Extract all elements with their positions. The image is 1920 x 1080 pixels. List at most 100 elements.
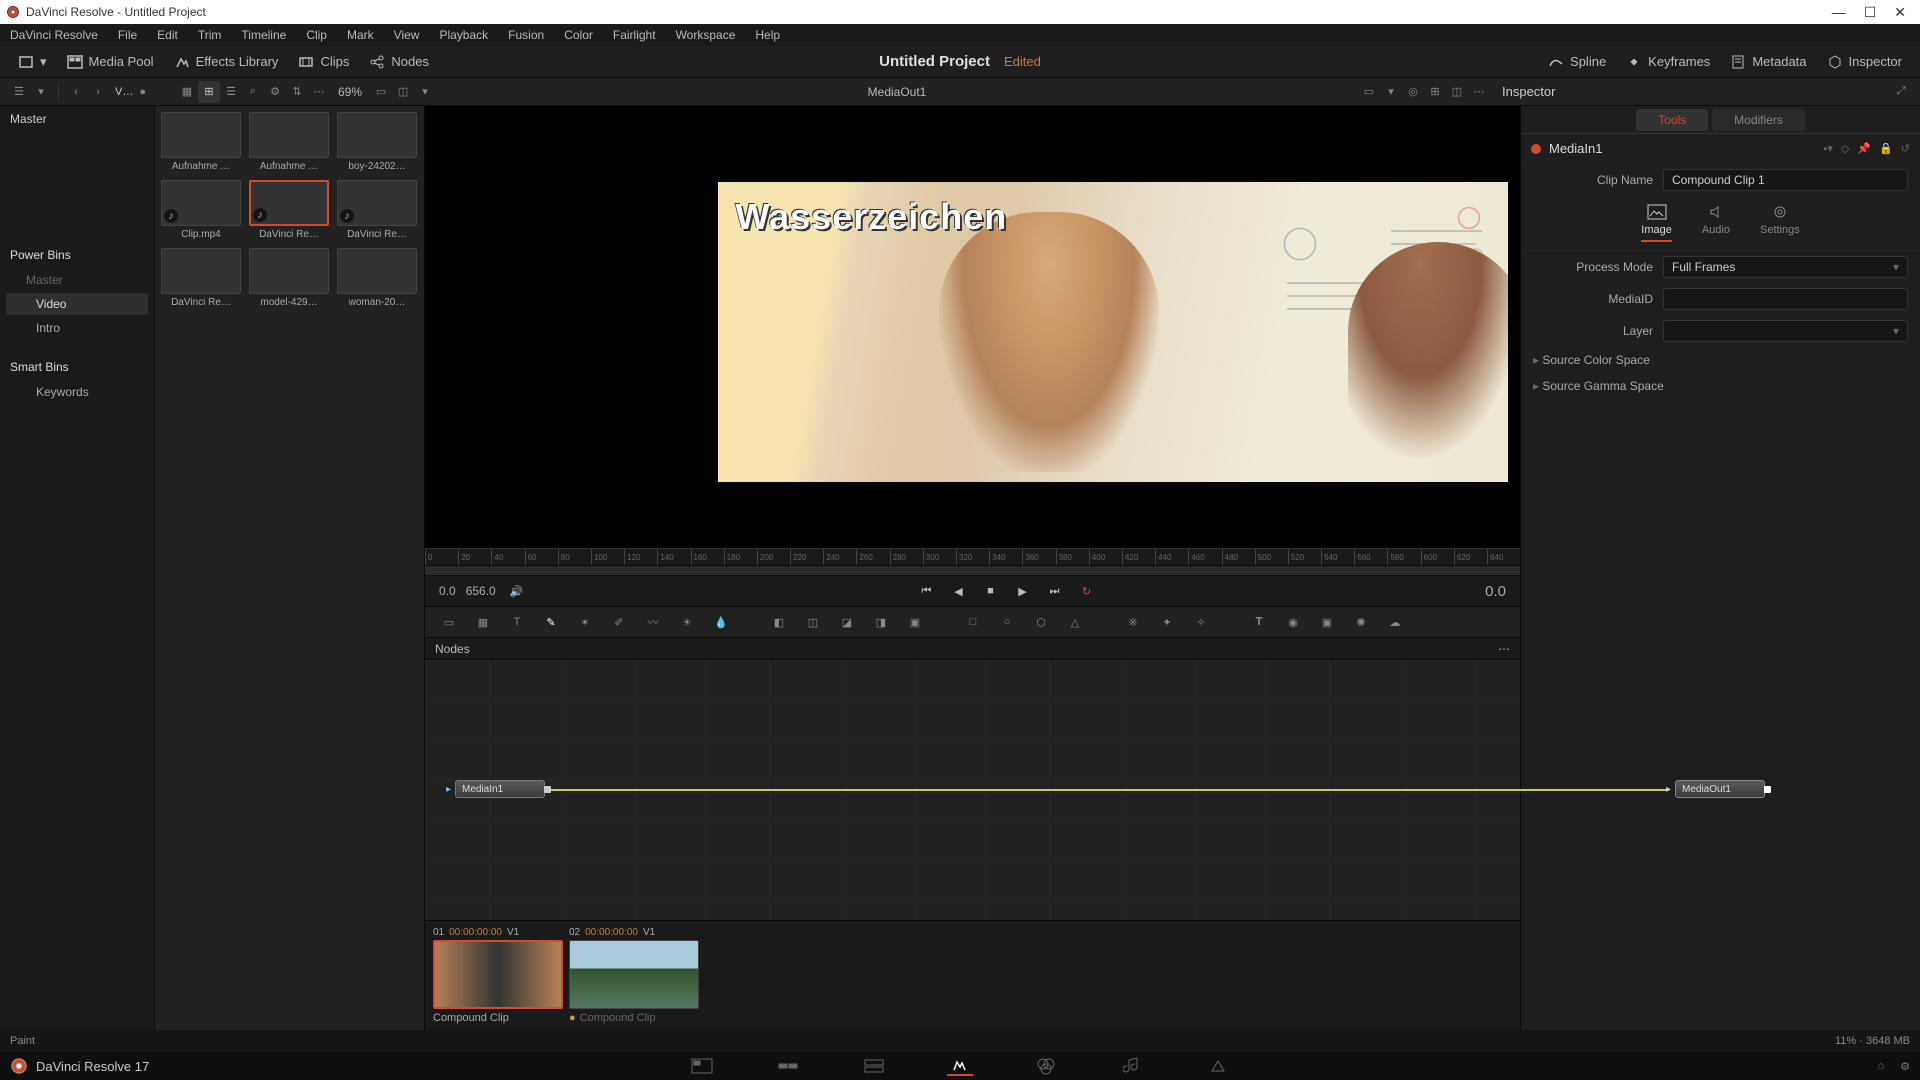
clips-strip-item[interactable]: 0200:00:00:00V1 ●Compound Clip — [569, 927, 699, 1024]
view-thumb-grid[interactable]: ⊞ — [198, 81, 220, 103]
viewer-layout-2[interactable]: ◫ — [392, 81, 414, 103]
filter-icon[interactable]: ⚙ — [264, 81, 286, 103]
tool-light-icon[interactable]: ✺ — [1351, 612, 1371, 632]
inspector-tab-audio[interactable]: Audio — [1702, 204, 1730, 242]
pin-icon[interactable]: 📌 — [1857, 142, 1871, 155]
tool-ellipse-icon[interactable]: ○ — [997, 612, 1017, 632]
tool-blur-icon[interactable]: 💧 — [711, 612, 731, 632]
viewer-layout-1[interactable]: ▭ — [370, 81, 392, 103]
maximize-button[interactable]: ☐ — [1864, 4, 1877, 21]
play-icon[interactable]: ▶ — [1011, 580, 1033, 602]
tool-resize-icon[interactable]: ▣ — [905, 612, 925, 632]
step-back-icon[interactable]: ◀ — [947, 580, 969, 602]
mediaid-field[interactable] — [1663, 288, 1908, 310]
node-mediaout1[interactable]: MediaOut1 — [1675, 780, 1765, 798]
tool-background-icon[interactable]: ▭ — [439, 612, 459, 632]
more-icon[interactable]: ⋯ — [308, 81, 330, 103]
viewer-layout-dropdown[interactable]: ▾ — [414, 81, 436, 103]
go-first-icon[interactable]: ⏮ — [915, 580, 937, 602]
minimize-button[interactable]: — — [1832, 4, 1846, 21]
menu-help[interactable]: Help — [745, 28, 790, 42]
master-bin[interactable]: Master — [0, 106, 154, 132]
search-icon[interactable]: ⌕ — [242, 81, 264, 103]
audio-toggle-icon[interactable]: 🔊 — [506, 580, 528, 602]
bin-dropdown[interactable]: ▾ — [30, 81, 52, 103]
menu-file[interactable]: File — [108, 28, 147, 42]
source-color-space[interactable]: Source Color Space — [1521, 347, 1920, 373]
clip-item[interactable]: woman-20… — [337, 248, 417, 308]
process-mode-select[interactable]: Full Frames▾ — [1663, 256, 1908, 278]
tool-text-icon[interactable]: T — [507, 612, 527, 632]
clip-name-field[interactable]: Compound Clip 1 — [1663, 169, 1908, 191]
layer-select[interactable]: ▾ — [1663, 320, 1908, 342]
menu-trim[interactable]: Trim — [188, 28, 232, 42]
tool-prender-icon[interactable]: ✦ — [1157, 612, 1177, 632]
page-deliver[interactable] — [1205, 1056, 1231, 1076]
menu-fairlight[interactable]: Fairlight — [603, 28, 666, 42]
lock-icon[interactable]: 🔒 — [1879, 142, 1893, 155]
inspector-button[interactable]: Inspector — [1817, 50, 1912, 74]
bin-intro[interactable]: Intro — [6, 317, 148, 339]
tool-render3d-icon[interactable]: ☁ — [1385, 612, 1405, 632]
close-button[interactable]: ✕ — [1894, 4, 1906, 21]
menu-workspace[interactable]: Workspace — [666, 28, 746, 42]
node-mediain1[interactable]: MediaIn1 — [455, 780, 545, 798]
clip-item[interactable]: Aufnahme … — [161, 112, 241, 172]
clips-button[interactable]: Clips — [288, 50, 359, 74]
tool-bspline-icon[interactable]: 〰 — [643, 612, 663, 632]
clip-item[interactable]: ♪ DaVinci Re… — [249, 180, 329, 240]
view-list[interactable]: ☰ — [220, 81, 242, 103]
tool-camera3d-icon[interactable]: ▣ — [1317, 612, 1337, 632]
page-media[interactable] — [689, 1056, 715, 1076]
inspector-expand-icon[interactable]: ⤢ — [1890, 81, 1912, 103]
effects-library-button[interactable]: Effects Library — [164, 50, 289, 74]
nodes-button[interactable]: Nodes — [359, 50, 439, 74]
menu-davinci[interactable]: DaVinci Resolve — [0, 28, 108, 42]
clip-item[interactable]: model-429… — [249, 248, 329, 308]
keyframe-icon[interactable]: ◇ — [1841, 142, 1849, 155]
library-dropdown[interactable]: ▾ — [8, 50, 57, 74]
viewer-more[interactable]: ⋯ — [1468, 81, 1490, 103]
page-fusion[interactable] — [947, 1056, 973, 1076]
zoom-level[interactable]: 69% — [338, 85, 362, 99]
menu-playback[interactable]: Playback — [429, 28, 498, 42]
tool-merge-icon[interactable]: ◧ — [769, 612, 789, 632]
page-edit[interactable] — [861, 1056, 887, 1076]
menu-edit[interactable]: Edit — [147, 28, 188, 42]
tool-brightness-icon[interactable]: ☀ — [677, 612, 697, 632]
page-fairlight[interactable] — [1119, 1056, 1145, 1076]
clip-item[interactable]: Aufnahme … — [249, 112, 329, 172]
node-enable-toggle[interactable] — [1531, 144, 1541, 154]
clip-item[interactable]: boy-24202… — [337, 112, 417, 172]
menu-mark[interactable]: Mark — [337, 28, 384, 42]
sort-label[interactable]: V… — [115, 86, 133, 98]
page-color[interactable] — [1033, 1056, 1059, 1076]
menu-color[interactable]: Color — [554, 28, 603, 42]
tool-shape3d-icon[interactable]: ◉ — [1283, 612, 1303, 632]
loop-icon[interactable]: ↻ — [1075, 580, 1097, 602]
viewer-fit-dd[interactable]: ▾ — [1380, 81, 1402, 103]
versions-icon[interactable]: ▪▾ — [1823, 142, 1832, 155]
nodes-graph[interactable]: MediaIn1 MediaOut1 — [425, 660, 1520, 920]
tool-tracker-icon[interactable]: ✶ — [575, 612, 595, 632]
nodes-more-icon[interactable]: ⋯ — [1498, 642, 1510, 656]
view-thumb-lg[interactable]: ▦ — [176, 81, 198, 103]
clips-strip-item[interactable]: 0100:00:00:00V1 Compound Clip — [433, 927, 563, 1024]
inspector-tab-modifiers[interactable]: Modifiers — [1712, 109, 1805, 131]
bin-video[interactable]: Video — [6, 293, 148, 315]
viewer-fit[interactable]: ▭ — [1358, 81, 1380, 103]
clip-item[interactable]: ♪ Clip.mp4 — [161, 180, 241, 240]
tool-mask-pen-icon[interactable]: ✐ — [609, 612, 629, 632]
forward-button[interactable]: › — [87, 81, 109, 103]
tool-3dtext-icon[interactable]: 𝐓 — [1249, 612, 1269, 632]
bin-keywords[interactable]: Keywords — [6, 381, 148, 403]
inspector-tab-settings[interactable]: Settings — [1760, 204, 1800, 242]
reset-icon[interactable]: ↺ — [1901, 142, 1910, 155]
media-pool-button[interactable]: Media Pool — [57, 50, 164, 74]
viewer-stereo[interactable]: ◎ — [1402, 81, 1424, 103]
settings-icon[interactable]: ⚙ — [1900, 1060, 1910, 1073]
viewer-split[interactable]: ◫ — [1446, 81, 1468, 103]
tool-transform-icon[interactable]: ◫ — [803, 612, 823, 632]
tool-wand-icon[interactable]: △ — [1065, 612, 1085, 632]
tool-rectangle-icon[interactable]: □ — [963, 612, 983, 632]
